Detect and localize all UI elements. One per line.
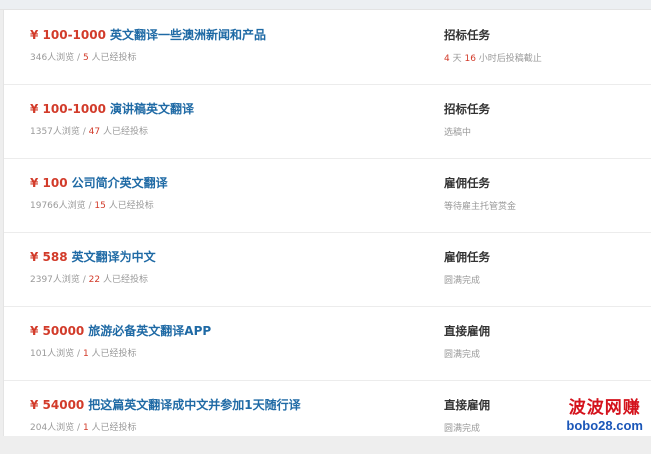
task-type: 直接雇佣 xyxy=(444,324,490,338)
top-bar xyxy=(0,0,651,10)
deadline-text: 小时后投稿截止 xyxy=(475,54,542,64)
bid-count: 22 xyxy=(88,275,101,285)
task-item: ¥ 588 英文翻译为中文 2397人浏览 / 22 人已经投标 雇佣任务 圆满完… xyxy=(4,232,651,307)
task-price: ¥ 100-1000 xyxy=(30,102,106,116)
task-name[interactable]: 英文翻译为中文 xyxy=(72,250,156,264)
task-title-link[interactable]: ¥ 54000 把这篇英文翻译成中文并参加1天随行译 xyxy=(30,397,301,413)
watermark-brand: 波波网赚 xyxy=(568,398,641,418)
task-title-link[interactable]: ¥ 50000 旅游必备英文翻译APP xyxy=(30,323,211,339)
task-price: ¥ 50000 xyxy=(30,324,85,338)
view-count: 2397人浏览 xyxy=(30,275,80,285)
task-type: 雇佣任务 xyxy=(444,250,490,264)
task-type: 招标任务 xyxy=(444,102,490,116)
stats-separator: / xyxy=(74,349,83,359)
task-price: ¥ 100 xyxy=(30,176,68,190)
task-name[interactable]: 公司简介英文翻译 xyxy=(72,176,168,190)
task-title-link[interactable]: ¥ 100-1000 演讲稿英文翻译 xyxy=(30,101,194,117)
view-count: 101人浏览 xyxy=(30,349,75,359)
deadline-days-unit: 天 xyxy=(449,54,465,64)
task-name[interactable]: 把这篇英文翻译成中文并参加1天随行译 xyxy=(88,398,300,412)
task-item: ¥ 100-1000 英文翻译一些澳洲新闻和产品 346人浏览 / 5 人已经投标… xyxy=(4,10,651,85)
task-list: ¥ 100-1000 英文翻译一些澳洲新闻和产品 346人浏览 / 5 人已经投标… xyxy=(3,10,651,436)
stats-separator: / xyxy=(79,275,89,285)
view-count: 1357人浏览 xyxy=(30,127,80,137)
task-name[interactable]: 英文翻译一些澳洲新闻和产品 xyxy=(110,28,266,42)
task-type: 雇佣任务 xyxy=(444,176,490,190)
task-name[interactable]: 旅游必备英文翻译APP xyxy=(88,324,211,338)
deadline-hours: 16 xyxy=(464,54,476,64)
bid-suffix: 人已经投标 xyxy=(88,423,137,433)
task-stats: 101人浏览 / 1 人已经投标 xyxy=(30,348,137,360)
task-status: 圆满完成 xyxy=(444,424,481,434)
task-status: 圆满完成 xyxy=(444,350,481,360)
task-type: 招标任务 xyxy=(444,28,490,42)
stats-separator: / xyxy=(74,423,83,433)
view-count: 19766人浏览 xyxy=(30,201,86,211)
task-stats: 204人浏览 / 1 人已经投标 xyxy=(30,422,137,434)
bid-count: 47 xyxy=(88,127,101,137)
task-stats: 19766人浏览 / 15 人已经投标 xyxy=(30,200,154,212)
task-item: ¥ 54000 把这篇英文翻译成中文并参加1天随行译 204人浏览 / 1 人已经… xyxy=(4,380,651,454)
bid-suffix: 人已经投标 xyxy=(100,275,148,285)
watermark-url: bobo28.com xyxy=(566,418,643,433)
bid-suffix: 人已经投标 xyxy=(88,53,137,63)
task-title-link[interactable]: ¥ 100 公司简介英文翻译 xyxy=(30,175,168,191)
task-stats: 1357人浏览 / 47 人已经投标 xyxy=(30,126,148,138)
task-status: 4 天 16 小时后投稿截止 xyxy=(444,53,542,65)
bid-suffix: 人已经投标 xyxy=(88,349,137,359)
view-count: 346人浏览 xyxy=(30,53,75,63)
task-price: ¥ 100-1000 xyxy=(30,28,106,42)
view-count: 204人浏览 xyxy=(30,423,75,433)
bid-count: 15 xyxy=(94,201,106,211)
task-stats: 346人浏览 / 5 人已经投标 xyxy=(30,52,137,64)
stats-separator: / xyxy=(74,53,83,63)
task-type: 直接雇佣 xyxy=(444,398,490,412)
task-status: 等待雇主托管赏金 xyxy=(444,202,517,212)
task-item: ¥ 50000 旅游必备英文翻译APP 101人浏览 / 1 人已经投标 直接雇佣… xyxy=(4,306,651,381)
bid-suffix: 人已经投标 xyxy=(105,201,154,211)
task-status: 圆满完成 xyxy=(444,276,481,286)
task-title-link[interactable]: ¥ 588 英文翻译为中文 xyxy=(30,249,156,265)
task-title-link[interactable]: ¥ 100-1000 英文翻译一些澳洲新闻和产品 xyxy=(30,27,266,43)
task-price: ¥ 588 xyxy=(30,250,68,264)
site-watermark: 波波网赚 bobo28.com xyxy=(566,398,643,433)
task-item: ¥ 100 公司简介英文翻译 19766人浏览 / 15 人已经投标 雇佣任务 等… xyxy=(4,158,651,233)
stats-separator: / xyxy=(79,127,89,137)
task-stats: 2397人浏览 / 22 人已经投标 xyxy=(30,274,148,286)
task-item: ¥ 100-1000 演讲稿英文翻译 1357人浏览 / 47 人已经投标 招标任… xyxy=(4,84,651,159)
bid-suffix: 人已经投标 xyxy=(100,127,148,137)
task-price: ¥ 54000 xyxy=(30,398,85,412)
task-status: 选稿中 xyxy=(444,128,472,138)
task-name[interactable]: 演讲稿英文翻译 xyxy=(110,102,194,116)
